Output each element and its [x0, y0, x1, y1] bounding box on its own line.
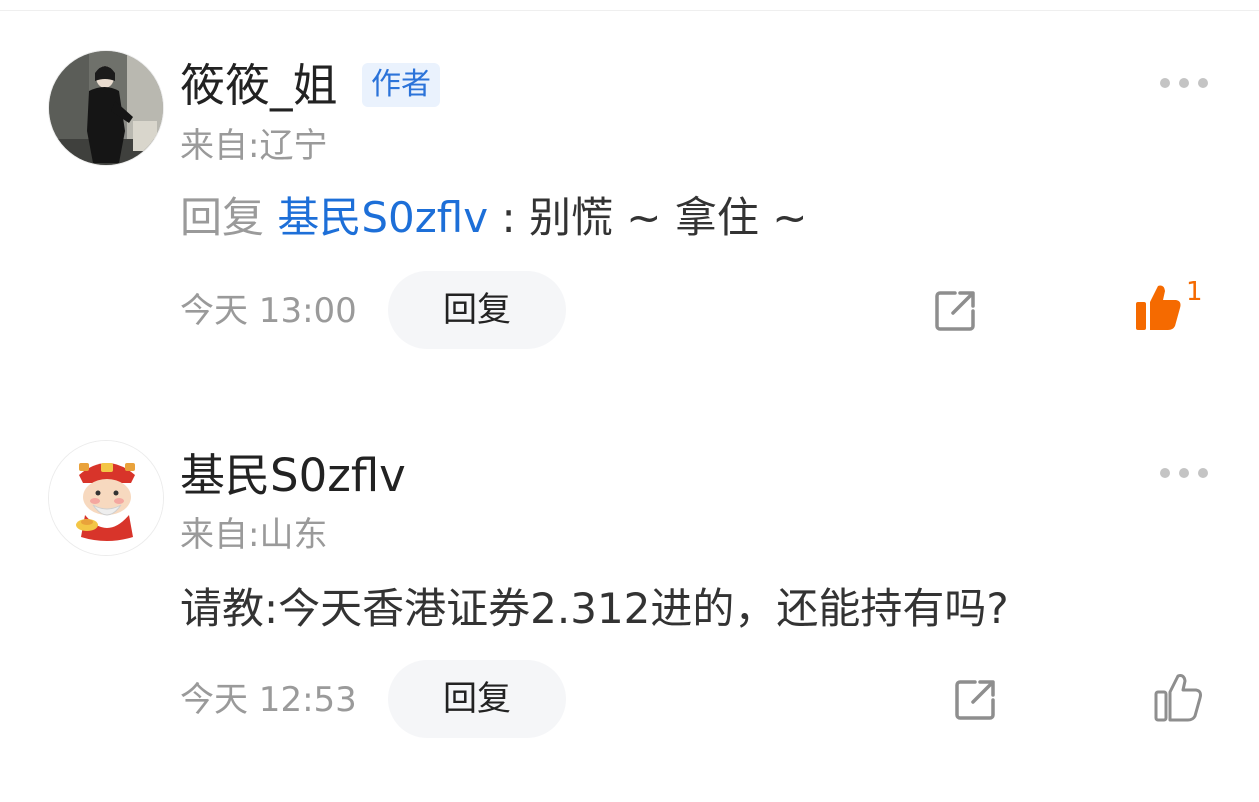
reply-button[interactable]: 回复	[388, 660, 566, 738]
thumbs-up-outline-icon	[1154, 674, 1202, 722]
avatar[interactable]	[48, 440, 164, 556]
fortune-god-avatar-icon	[49, 441, 163, 555]
share-icon[interactable]	[951, 676, 999, 724]
location-label: 来自:山东	[180, 515, 328, 555]
username[interactable]: 基民S0zflv	[180, 450, 406, 502]
more-options-icon[interactable]	[1158, 466, 1210, 480]
comment-item: 基民S0zflv 来自:山东 请教:今天香港证券2.312进的，还能持有吗? 今…	[0, 0, 1259, 738]
comment-body: 请教:今天香港证券2.312进的，还能持有吗?	[180, 584, 1009, 633]
timestamp: 今天 12:53	[180, 680, 357, 720]
like-button[interactable]	[1152, 672, 1222, 728]
